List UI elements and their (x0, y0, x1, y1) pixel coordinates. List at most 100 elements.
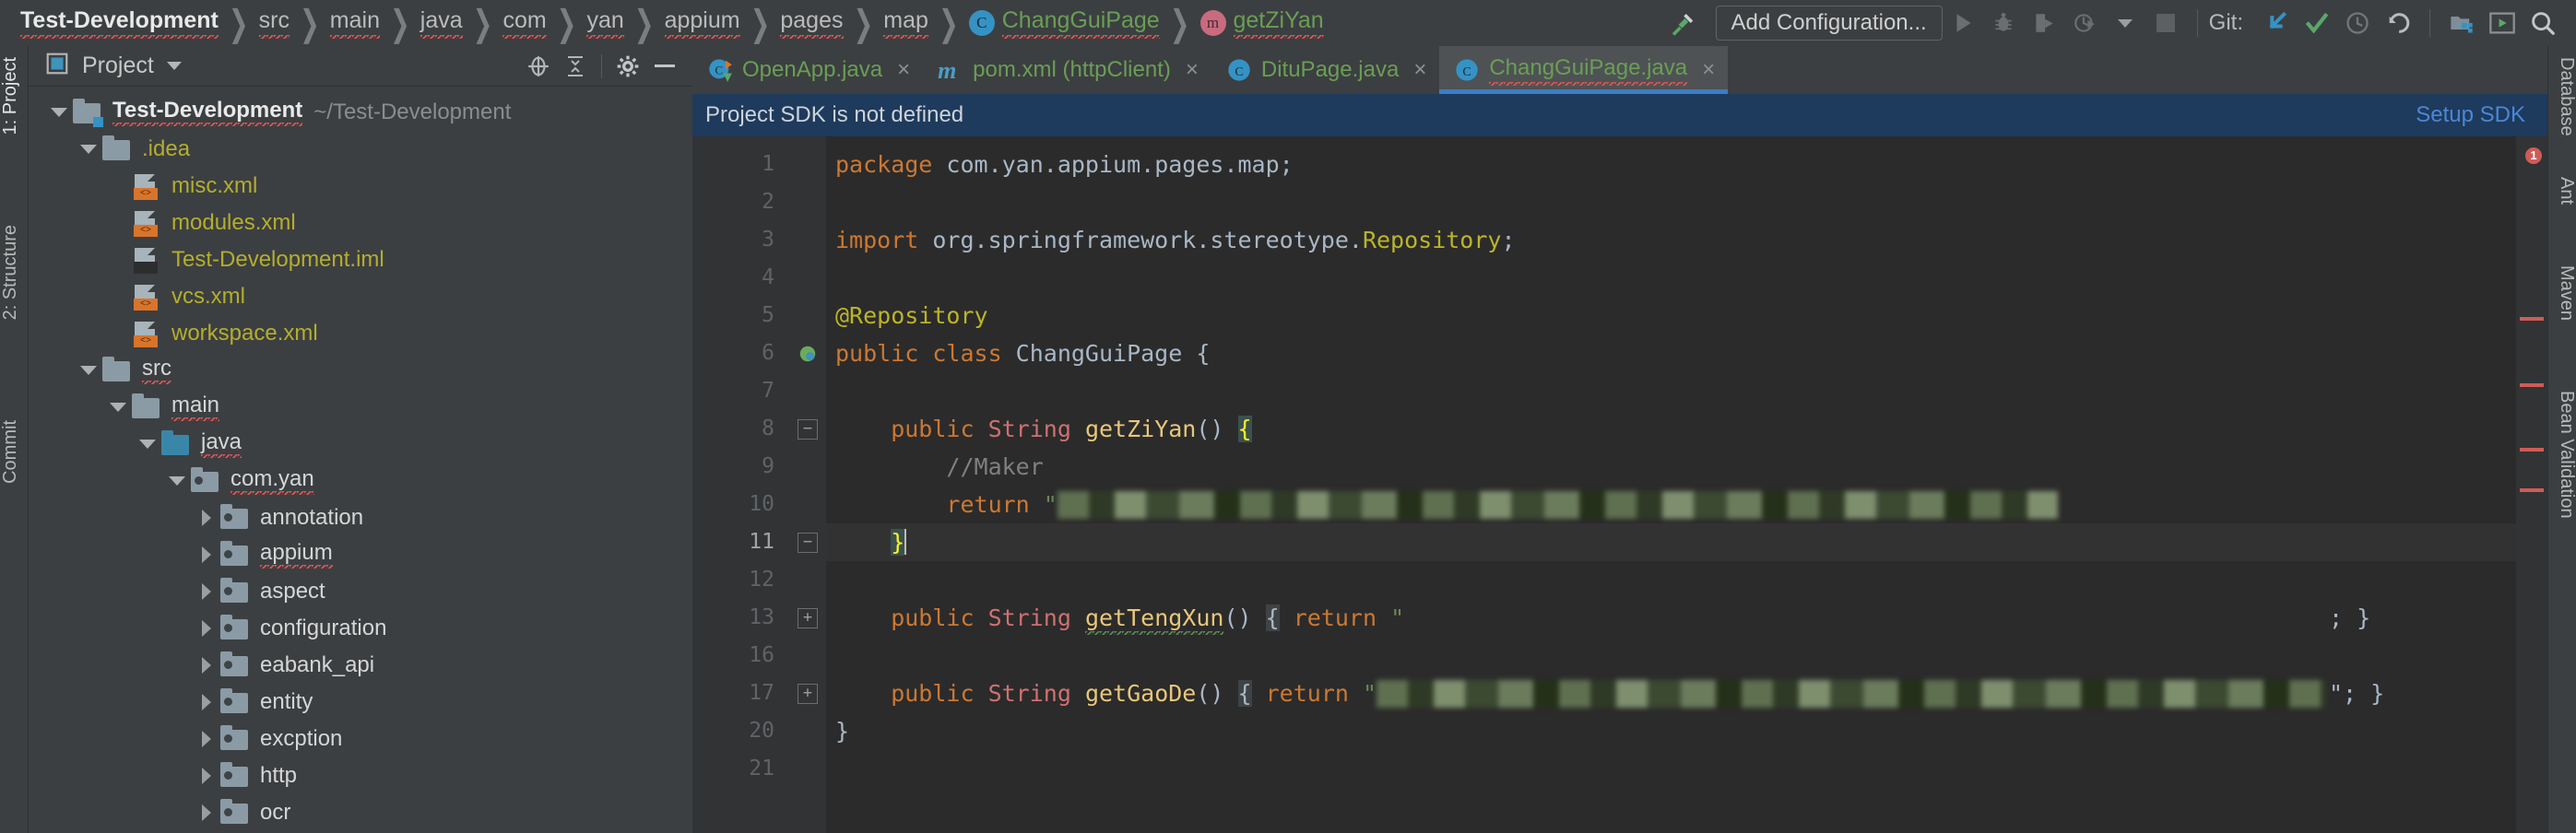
close-icon[interactable]: × (1186, 57, 1199, 83)
code-folding-gutter[interactable]: − − + + (789, 136, 826, 833)
code-line[interactable] (826, 372, 2547, 410)
tree-item-aspect[interactable]: aspect (29, 573, 692, 610)
breadcrumb-item-main[interactable]: main (329, 7, 380, 39)
history-icon[interactable] (2337, 6, 2378, 41)
fold-expand-icon[interactable]: + (789, 675, 826, 712)
tree-item-configuration[interactable]: configuration (29, 610, 692, 647)
tree-expand-arrow-icon[interactable] (193, 757, 220, 794)
tree-item-appium[interactable]: appium (29, 536, 692, 573)
tool-tab-database[interactable]: Database (2548, 52, 2576, 142)
tree-item-misc-xml[interactable]: <> misc.xml (29, 168, 692, 205)
breadcrumb-item-yan[interactable]: yan (586, 7, 624, 39)
run-anything-icon[interactable] (2482, 6, 2523, 41)
tree-item-test-development-iml[interactable]: Test-Development.iml (29, 241, 692, 278)
breadcrumb-item-com[interactable]: com (502, 7, 547, 39)
collapse-all-icon[interactable] (557, 51, 594, 82)
editor-tab-openapp-java[interactable]: C OpenApp.java × (692, 46, 923, 94)
tree-item-vcs-xml[interactable]: <> vcs.xml (29, 278, 692, 315)
breadcrumb-item-map[interactable]: map (883, 7, 928, 39)
tree-item-ocr[interactable]: ocr (29, 794, 692, 831)
breadcrumb[interactable]: Test-Development ❯ src ❯ main ❯ java ❯ com ❯ yan ❯ a… (20, 2, 1324, 43)
tree-item-test-development[interactable]: Test-Development ~/Test-Development (29, 94, 692, 131)
tree-expand-arrow-icon[interactable] (193, 536, 220, 573)
tool-tab-ant[interactable]: Ant (2548, 171, 2576, 210)
editor-tab-pom-xml-httpclient-[interactable]: m pom.xml (httpClient) × (923, 46, 1211, 94)
tool-tab-bean-validation[interactable]: Bean Validation (2548, 385, 2576, 524)
code-line[interactable]: public class ChangGuiPage { (826, 334, 2547, 372)
tree-expand-arrow-icon[interactable] (193, 647, 220, 684)
code-line[interactable] (826, 183, 2547, 221)
breadcrumb-item-pages[interactable]: pages (780, 7, 844, 39)
tool-tab-commit[interactable]: Commit (0, 415, 29, 489)
tree-expand-arrow-icon[interactable] (193, 684, 220, 721)
code-line[interactable]: //Maker (826, 448, 2547, 486)
code-line[interactable]: package com.yan.appium.pages.map; (826, 146, 2547, 183)
recent-files-icon[interactable] (2441, 6, 2482, 41)
tree-item-http[interactable]: http (29, 757, 692, 794)
minimize-icon[interactable] (646, 51, 683, 82)
error-count-badge[interactable]: 1 (2525, 147, 2542, 164)
profile-icon[interactable] (2064, 6, 2105, 41)
error-stripe-marker-bar[interactable]: 1 (2516, 136, 2547, 833)
tree-item-com-yan[interactable]: com.yan (29, 463, 692, 499)
breadcrumb-item-src[interactable]: src (258, 7, 290, 39)
tree-collapse-arrow-icon[interactable] (163, 463, 191, 499)
code-line[interactable]: return " (826, 486, 2547, 523)
code-line[interactable]: } (826, 712, 2547, 750)
breadcrumb-item-test-development[interactable]: Test-Development (20, 7, 219, 39)
tree-expand-arrow-icon[interactable] (193, 573, 220, 610)
stripe-marker[interactable] (2520, 448, 2544, 452)
tree-item-workspace-xml[interactable]: <> workspace.xml (29, 315, 692, 352)
setup-sdk-link[interactable]: Setup SDK (2416, 102, 2525, 128)
tree-item-entity[interactable]: entity (29, 684, 692, 721)
breadcrumb-item-changguipage[interactable]: ChangGuiPage (1001, 7, 1160, 39)
tree-collapse-arrow-icon[interactable] (75, 352, 102, 389)
stripe-marker[interactable] (2520, 488, 2544, 492)
debug-icon[interactable] (1983, 6, 2024, 41)
tree-collapse-arrow-icon[interactable] (45, 94, 73, 131)
code-line[interactable]: @Repository (826, 297, 2547, 334)
tree-item-main[interactable]: main (29, 389, 692, 426)
code-line[interactable]: public String getGaoDe() { return " "; } (826, 675, 2547, 712)
tree-item-java[interactable]: java (29, 426, 692, 463)
code-line[interactable]: import org.springframework.stereotype.Re… (826, 221, 2547, 259)
fold-expand-icon[interactable]: + (789, 599, 826, 637)
tree-collapse-arrow-icon[interactable] (104, 389, 132, 426)
tree-expand-arrow-icon[interactable] (193, 794, 220, 831)
run-with-coverage-icon[interactable] (2024, 6, 2064, 41)
tool-tab-project[interactable]: 1: Project (0, 52, 29, 140)
stripe-marker[interactable] (2520, 383, 2544, 387)
code-line[interactable]: } (826, 523, 2547, 561)
fold-collapse-icon[interactable]: − (789, 410, 826, 448)
editor-tab-changguipage-java[interactable]: C ChangGuiPage.java × (1439, 46, 1729, 94)
hammer-icon[interactable] (1662, 6, 1703, 41)
chevron-down-icon[interactable] (2105, 6, 2145, 41)
tree-item-eabank-api[interactable]: eabank_api (29, 647, 692, 684)
spring-bean-icon[interactable] (789, 334, 826, 372)
breadcrumb-item-java[interactable]: java (419, 7, 463, 39)
tree-item--idea[interactable]: .idea (29, 131, 692, 168)
breadcrumb-item-getziyan[interactable]: getZiYan (1233, 7, 1324, 39)
tool-tab-structure[interactable]: 2: Structure (0, 219, 29, 325)
tree-collapse-arrow-icon[interactable] (75, 131, 102, 168)
add-configuration-button[interactable]: Add Configuration... (1715, 6, 1943, 41)
code-line[interactable] (826, 561, 2547, 599)
code-line[interactable] (826, 259, 2547, 297)
breadcrumb-item-appium[interactable]: appium (664, 7, 740, 39)
tree-item-modules-xml[interactable]: <> modules.xml (29, 205, 692, 241)
chevron-down-icon[interactable] (166, 62, 182, 70)
gear-icon[interactable] (609, 51, 646, 82)
run-icon[interactable] (1943, 6, 1983, 41)
commit-icon[interactable] (2297, 6, 2337, 41)
update-project-icon[interactable] (2256, 6, 2297, 41)
tree-expand-arrow-icon[interactable] (193, 499, 220, 536)
tree-expand-arrow-icon[interactable] (193, 721, 220, 757)
stripe-marker[interactable] (2520, 317, 2544, 321)
close-icon[interactable]: × (1413, 57, 1426, 83)
tree-expand-arrow-icon[interactable] (193, 610, 220, 647)
code-text[interactable]: package com.yan.appium.pages.map; import … (826, 136, 2547, 833)
code-line[interactable] (826, 637, 2547, 675)
code-editor[interactable]: 1 2 3 4 5 6 7 8 9 10 11 12 13 16 17 20 21 − − + + package c… (692, 136, 2547, 833)
search-everywhere-icon[interactable] (2523, 6, 2563, 41)
tree-item-annotation[interactable]: annotation (29, 499, 692, 536)
